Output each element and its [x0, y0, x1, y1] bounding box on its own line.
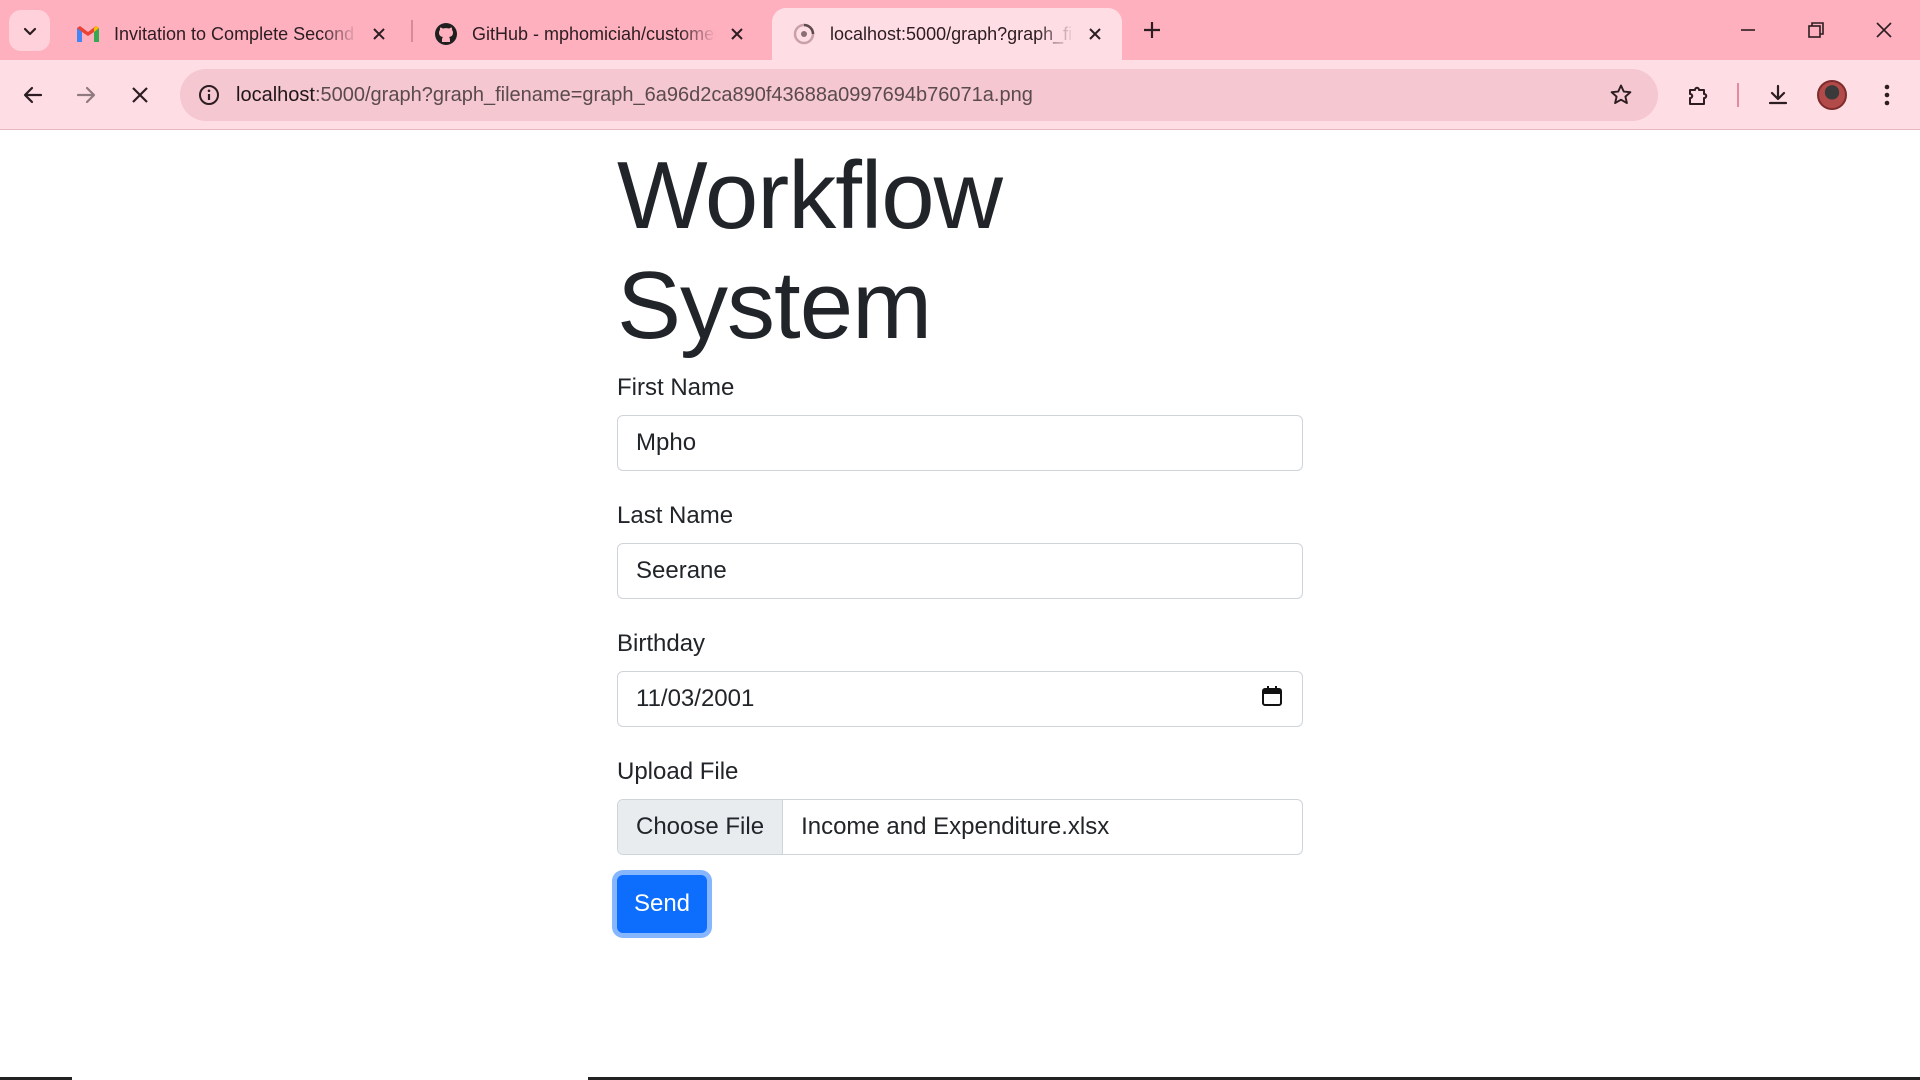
download-icon	[1768, 84, 1788, 105]
extensions-button[interactable]	[1678, 74, 1720, 116]
tab-gmail[interactable]: Invitation to Complete Second	[56, 8, 406, 60]
workflow-form: First Name Mpho Last Name Seerane Birthd…	[617, 373, 1303, 933]
more-vertical-icon	[1884, 84, 1890, 106]
tab-search-button[interactable]	[9, 10, 50, 51]
upload-label: Upload File	[617, 758, 739, 785]
plus-icon	[1144, 22, 1160, 38]
close-icon	[132, 87, 148, 103]
downloads-button[interactable]	[1757, 74, 1799, 116]
close-icon[interactable]	[724, 21, 750, 47]
url-text: localhost:5000/graph?graph_filename=grap…	[236, 84, 1033, 107]
avatar	[1817, 80, 1847, 110]
arrow-right-icon	[76, 86, 96, 104]
stop-loading-button[interactable]	[119, 74, 161, 116]
site-info-icon[interactable]	[192, 78, 226, 112]
birthday-value: 11/03/2001	[636, 685, 755, 712]
file-name: Income and Expenditure.xlsx	[801, 813, 1110, 840]
tab-title: Invitation to Complete Second	[114, 23, 355, 44]
file-input[interactable]: Choose File Income and Expenditure.xlsx	[617, 799, 1303, 855]
last-name-input[interactable]: Seerane	[617, 543, 1303, 599]
close-icon[interactable]	[1082, 21, 1108, 47]
minimize-icon	[1741, 29, 1755, 31]
birthday-input[interactable]: 11/03/2001	[617, 671, 1303, 727]
close-icon	[1876, 22, 1892, 38]
send-button[interactable]: Send	[617, 875, 707, 933]
close-icon[interactable]	[366, 21, 392, 47]
restore-icon	[1808, 22, 1824, 38]
tab-title: localhost:5000/graph?graph_filename	[830, 23, 1074, 44]
first-name-input[interactable]: Mpho	[617, 415, 1303, 471]
toolbar-separator	[1737, 83, 1739, 107]
tab-localhost[interactable]: localhost:5000/graph?graph_filename	[772, 8, 1122, 60]
form-container: Workflow System First Name Mpho Last Nam…	[617, 131, 1303, 933]
new-tab-button[interactable]	[1136, 14, 1168, 46]
profile-button[interactable]	[1811, 74, 1853, 116]
first-name-group: First Name Mpho	[617, 373, 1303, 471]
puzzle-icon	[1689, 86, 1708, 105]
bookmark-star-icon[interactable]	[1604, 78, 1638, 112]
birthday-group: Birthday 11/03/2001	[617, 629, 1303, 727]
tab-strip: Invitation to Complete Second GitHub - m…	[0, 0, 1920, 60]
last-name-label: Last Name	[617, 502, 734, 529]
gmail-icon	[76, 22, 100, 46]
tab-separator	[411, 20, 413, 42]
last-name-group: Last Name Seerane	[617, 501, 1303, 599]
arrow-left-icon	[23, 86, 43, 104]
back-button[interactable]	[12, 74, 54, 116]
loading-icon	[792, 22, 816, 46]
address-bar[interactable]: localhost:5000/graph?graph_filename=grap…	[180, 69, 1658, 121]
menu-button[interactable]	[1866, 74, 1908, 116]
browser-toolbar: localhost:5000/graph?graph_filename=grap…	[0, 60, 1920, 130]
minimize-button[interactable]	[1726, 10, 1770, 50]
restore-button[interactable]	[1794, 10, 1838, 50]
upload-group: Upload File Choose File Income and Expen…	[617, 757, 1303, 855]
page-title: Workflow System	[617, 142, 1003, 359]
tab-title: GitHub - mphomiciah/customer	[472, 23, 716, 44]
chevron-down-icon	[23, 27, 36, 35]
url-path: :5000/graph?graph_filename=graph_6a96d2c…	[314, 83, 1033, 106]
github-icon	[434, 22, 458, 46]
calendar-icon[interactable]	[1260, 684, 1284, 715]
birthday-label: Birthday	[617, 630, 706, 657]
choose-file-button[interactable]: Choose File	[618, 800, 784, 854]
first-name-label: First Name	[617, 374, 735, 401]
page-content: Workflow System First Name Mpho Last Nam…	[0, 131, 1920, 1080]
forward-button[interactable]	[65, 74, 107, 116]
close-window-button[interactable]	[1862, 10, 1906, 50]
tab-github[interactable]: GitHub - mphomiciah/customer	[414, 8, 764, 60]
url-host: localhost	[236, 83, 315, 106]
